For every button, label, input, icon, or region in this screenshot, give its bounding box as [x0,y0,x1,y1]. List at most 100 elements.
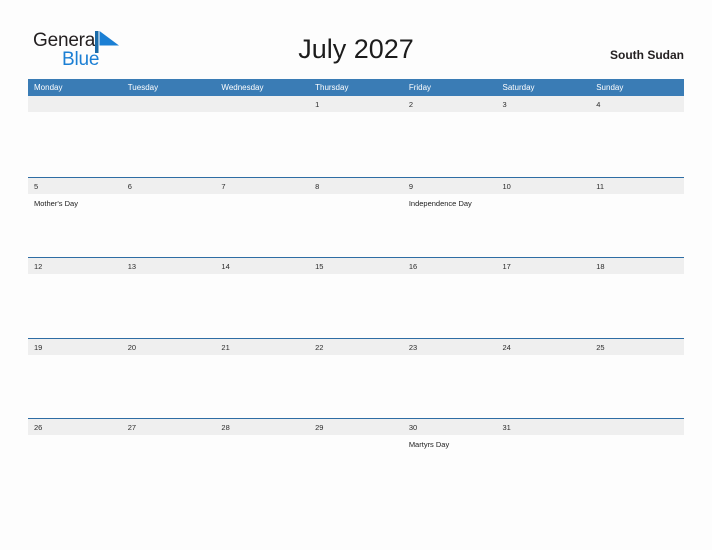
date-number: 5 [34,181,39,191]
calendar-page: General Blue July 2027 South Sudan Monda… [0,0,712,550]
region-label: South Sudan [610,48,684,62]
day-cell[interactable]: 5 [28,178,122,194]
day-cell[interactable]: 17 [497,258,591,274]
day-cell[interactable]: 15 [309,258,403,274]
day-events-cell [590,435,684,450]
day-cell[interactable]: 27 [122,419,216,435]
date-number: 13 [127,262,137,271]
day-events-cell [590,194,684,209]
date-number: 25 [596,342,605,352]
date-number: 14 [221,262,230,271]
day-cell[interactable]: 20 [122,339,216,355]
weekday-header-thursday: Thursday [315,83,349,92]
day-cell[interactable]: 13 [122,258,216,274]
day-cell[interactable]: 31 [497,419,591,435]
day-cell[interactable]: 4 [590,96,684,112]
date-number [122,96,216,99]
day-events-cell [28,112,122,116]
day-cell[interactable]: 7 [215,178,309,194]
calendar-week-row: 19 20 21 22 23 24 25 [28,337,684,419]
day-cell[interactable]: 24 [497,339,591,355]
date-number: 6 [127,181,132,191]
date-number [215,96,309,99]
date-number: 26 [34,423,43,432]
day-cell[interactable]: 21 [215,339,309,355]
date-number: 31 [502,423,511,432]
date-number: 15 [315,262,324,271]
day-events-cell [122,194,216,209]
day-events-cell [590,112,684,116]
weekday-header-saturday: Saturday [502,83,535,92]
date-number: 17 [502,262,511,271]
day-events-cell: Martyrs Day [403,435,497,450]
day-cell[interactable]: 9 [403,178,497,194]
day-events-cell [122,274,216,278]
day-cell[interactable]: 2 [403,96,497,112]
date-number: 2 [408,100,413,109]
day-events-cell [28,355,122,359]
date-number: 3 [502,100,507,109]
day-cell[interactable]: 12 [28,258,122,274]
day-cell[interactable]: 25 [590,339,684,355]
date-number: 1 [315,100,320,109]
day-cell-empty [590,419,684,435]
date-number: 30 [408,423,418,432]
date-number: 10 [502,181,511,191]
day-cell-empty [28,96,122,112]
date-number: 4 [596,100,601,109]
day-events-cell [497,112,591,116]
date-number-band: 19 20 21 22 23 24 25 [28,338,684,355]
day-events-cell [215,435,309,450]
events-band: Mother's Day Independence Day [28,194,684,209]
day-cell[interactable]: 30 [403,419,497,435]
date-number: 9 [408,181,413,191]
day-cell[interactable]: 16 [403,258,497,274]
day-cell[interactable]: 28 [215,419,309,435]
day-cell[interactable]: 11 [590,178,684,194]
day-events-cell [309,274,403,278]
weekday-header-tuesday: Tuesday [127,83,159,92]
day-cell[interactable]: 19 [28,339,122,355]
day-events-cell [497,355,591,359]
calendar-weeks: 1 2 3 4 5 6 7 8 9 10 11 Mother's Day Independence Da… [28,96,684,499]
day-events-cell: Mother's Day [28,194,122,209]
day-events-cell: Independence Day [403,194,497,209]
day-cell[interactable]: 22 [309,339,403,355]
day-events-cell [497,274,591,278]
day-cell[interactable]: 8 [309,178,403,194]
date-number: 8 [315,181,320,191]
day-events-cell [28,435,122,450]
day-events-cell [403,274,497,278]
weekday-header-row: Monday Tuesday Wednesday Thursday Friday… [28,79,684,96]
day-events-cell [309,112,403,116]
day-events-cell [403,355,497,359]
date-number-band: 5 6 7 8 9 10 11 [28,177,684,194]
date-number: 23 [408,342,418,352]
date-number-band: 12 13 14 15 16 17 18 [28,258,684,274]
day-cell[interactable]: 10 [497,178,591,194]
day-cell[interactable]: 1 [309,96,403,112]
date-number [28,96,122,99]
day-cell[interactable]: 14 [215,258,309,274]
day-cell[interactable]: 26 [28,419,122,435]
date-number-band: 26 27 28 29 30 31 [28,419,684,435]
day-cell[interactable]: 23 [403,339,497,355]
day-events-cell [590,274,684,278]
calendar-week-row: 5 6 7 8 9 10 11 Mother's Day Independence Day [28,176,684,258]
weekday-header-wednesday: Wednesday [221,83,264,92]
calendar-week-row: 1 2 3 4 [28,96,684,177]
date-number: 12 [34,262,43,271]
date-number: 28 [221,423,230,432]
date-number [590,419,684,422]
day-events-cell [403,112,497,116]
date-number: 21 [221,342,230,352]
day-events-cell [122,112,216,116]
date-number: 24 [502,342,511,352]
weekday-header-monday: Monday [34,83,63,92]
day-cell[interactable]: 18 [590,258,684,274]
day-cell-empty [215,96,309,112]
date-number: 19 [34,342,43,352]
day-cell[interactable]: 29 [309,419,403,435]
day-cell[interactable]: 3 [497,96,591,112]
day-cell[interactable]: 6 [122,178,216,194]
